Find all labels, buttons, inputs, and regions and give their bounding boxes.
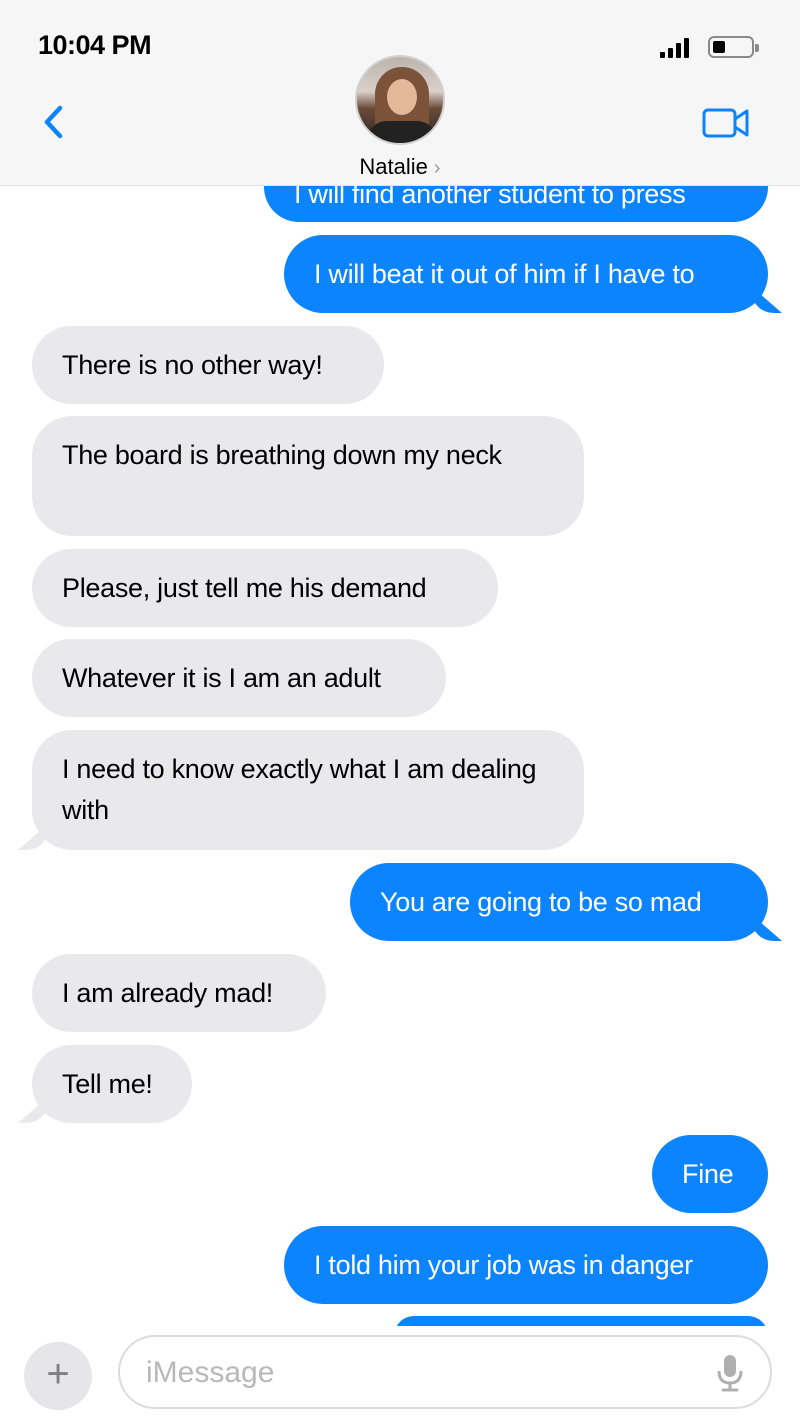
add-attachment-button[interactable]: + [24, 1342, 92, 1410]
contact-avatar[interactable] [355, 55, 445, 145]
message-field[interactable] [118, 1335, 772, 1409]
message-text: You are going to be so mad [380, 887, 702, 917]
message-text: Whatever it is I am an adult [62, 663, 381, 693]
message-text: I will beat it out of him if I have to [314, 259, 695, 289]
message-bubble-incoming[interactable]: Tell me! [32, 1045, 192, 1123]
status-time: 10:04 PM [38, 30, 152, 60]
message-bubble-incoming[interactable]: The board is breathing down my neck [32, 416, 584, 536]
message-input[interactable] [146, 1351, 686, 1395]
video-camera-icon[interactable] [702, 107, 750, 139]
message-text: Fine [682, 1159, 734, 1189]
message-thread: I will find another student to press I w… [0, 0, 800, 1326]
contact-name: Natalie [359, 154, 428, 179]
message-text: I need to know exactly what I am dealing… [62, 754, 537, 825]
message-bubble-incoming[interactable]: Whatever it is I am an adult [32, 639, 446, 717]
microphone-icon[interactable] [716, 1353, 744, 1393]
cellular-signal-icon [660, 36, 692, 58]
message-text: Tell me! [62, 1069, 153, 1099]
compose-bar: + [0, 1326, 800, 1422]
message-text: There is no other way! [62, 350, 323, 380]
message-bubble-outgoing[interactable]: Fine [652, 1135, 768, 1213]
message-text: The board is breathing down my neck [62, 440, 502, 470]
message-bubble-incoming[interactable]: There is no other way! [32, 326, 384, 404]
conversation-header: 10:04 PM Natalie › [0, 0, 800, 186]
message-text: Please, just tell me his demand [62, 573, 427, 603]
message-bubble-outgoing-partial[interactable] [394, 1316, 768, 1326]
message-bubble-outgoing[interactable]: I will beat it out of him if I have to [284, 235, 768, 313]
message-bubble-incoming[interactable]: I need to know exactly what I am dealing… [32, 730, 584, 850]
chevron-right-icon: › [433, 157, 441, 179]
contact-name-button[interactable]: Natalie › [0, 154, 800, 180]
battery-icon [708, 36, 759, 58]
message-bubble-incoming[interactable]: Please, just tell me his demand [32, 549, 498, 627]
chevron-left-icon[interactable] [40, 102, 70, 142]
message-text: I am already mad! [62, 978, 273, 1008]
message-text: I told him your job was in danger [314, 1250, 693, 1280]
message-bubble-outgoing[interactable]: You are going to be so mad [350, 863, 768, 941]
message-bubble-outgoing[interactable]: I told him your job was in danger [284, 1226, 768, 1304]
message-bubble-incoming[interactable]: I am already mad! [32, 954, 326, 1032]
